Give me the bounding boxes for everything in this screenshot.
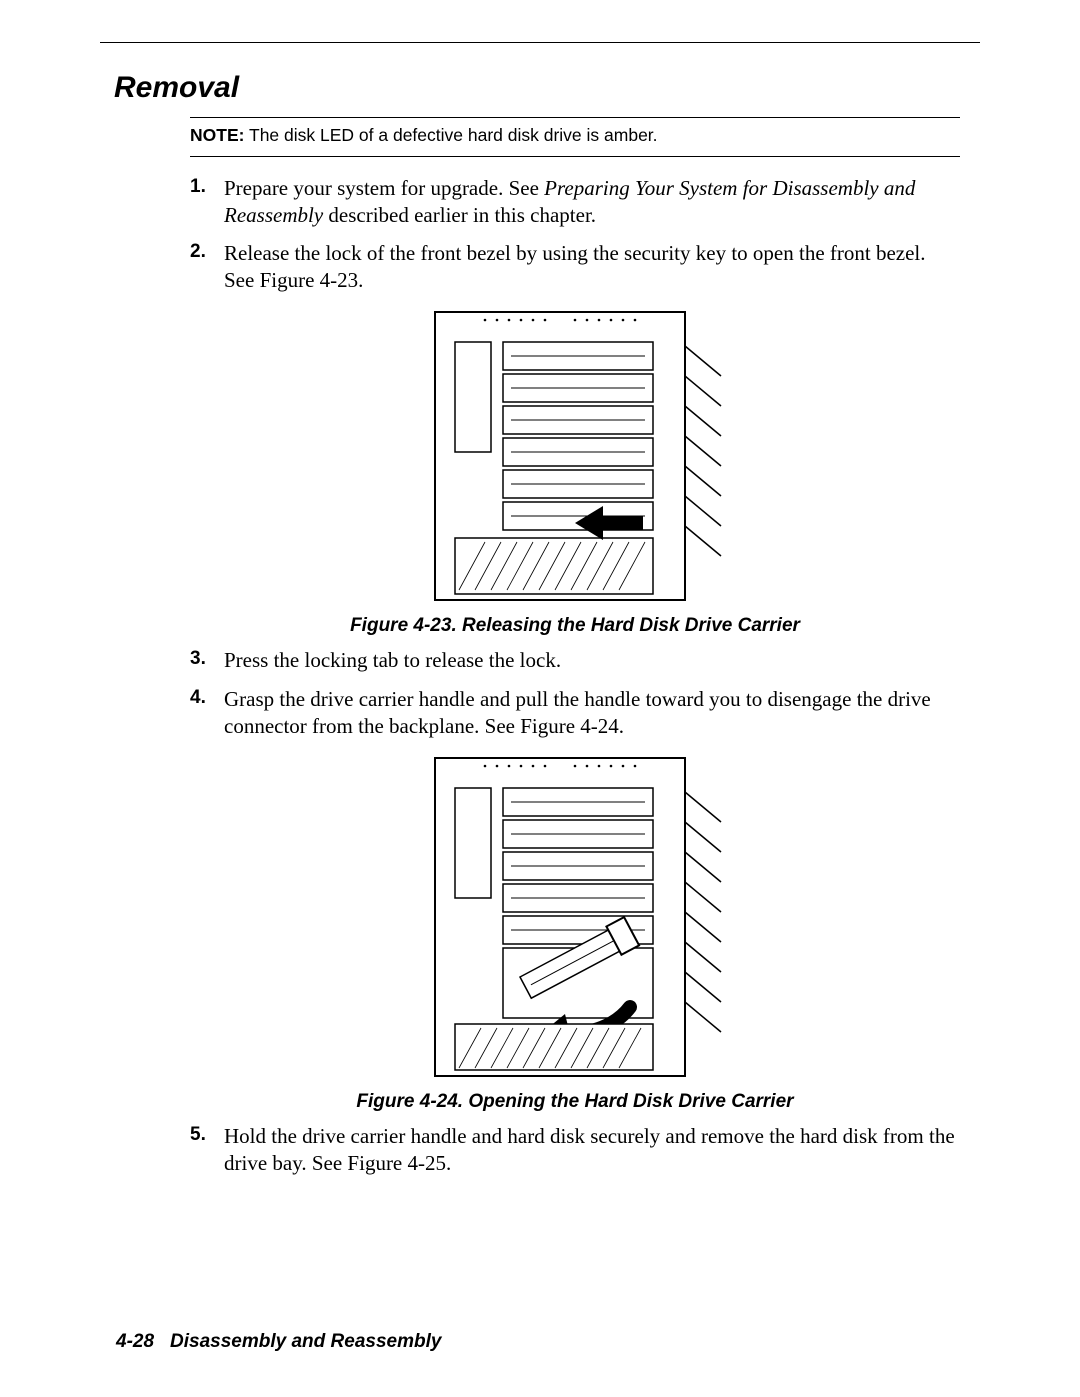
top-rule — [100, 42, 980, 43]
page-footer: 4-28 Disassembly and Reassembly — [116, 1331, 441, 1353]
note-text: The disk LED of a defective hard disk dr… — [249, 125, 658, 145]
figure-4-23-caption: Figure 4-23. Releasing the Hard Disk Dri… — [190, 615, 960, 637]
step-text: Press the locking tab to release the loc… — [224, 648, 561, 672]
step-number: 2. — [190, 240, 206, 264]
step-1: 1. Prepare your system for upgrade. See … — [190, 175, 960, 229]
content-block: NOTE: The disk LED of a defective hard d… — [190, 117, 960, 1177]
step-2: 2. Release the lock of the front bezel b… — [190, 240, 960, 294]
figure-4-23 — [190, 306, 960, 611]
step-number: 4. — [190, 686, 206, 710]
note-box: NOTE: The disk LED of a defective hard d… — [190, 117, 960, 157]
step-3: 3. Press the locking tab to release the … — [190, 647, 960, 674]
footer-title: Disassembly and Reassembly — [170, 1331, 441, 1352]
figure-4-24 — [190, 752, 960, 1087]
step-list: 1. Prepare your system for upgrade. See … — [190, 175, 960, 295]
step-4: 4. Grasp the drive carrier handle and pu… — [190, 686, 960, 740]
figure-4-24-caption: Figure 4-24. Opening the Hard Disk Drive… — [190, 1091, 960, 1113]
step-text-pre: Prepare your system for upgrade. See — [224, 176, 544, 200]
step-number: 3. — [190, 647, 206, 671]
page: Removal NOTE: The disk LED of a defectiv… — [0, 0, 1080, 1397]
step-number: 1. — [190, 175, 206, 199]
step-text: Release the lock of the front bezel by u… — [224, 241, 926, 292]
note-label: NOTE: — [190, 125, 244, 145]
step-list-3: 5. Hold the drive carrier handle and har… — [190, 1123, 960, 1177]
step-text: Grasp the drive carrier handle and pull … — [224, 687, 931, 738]
section-title: Removal — [114, 71, 980, 105]
drive-carrier-illustration-icon — [425, 306, 725, 606]
step-text: Hold the drive carrier handle and hard d… — [224, 1124, 955, 1175]
step-5: 5. Hold the drive carrier handle and har… — [190, 1123, 960, 1177]
step-number: 5. — [190, 1123, 206, 1147]
drive-carrier-open-illustration-icon — [425, 752, 725, 1082]
page-number: 4-28 — [116, 1331, 154, 1352]
step-list-2: 3. Press the locking tab to release the … — [190, 647, 960, 740]
step-text-post: described earlier in this chapter. — [323, 203, 596, 227]
